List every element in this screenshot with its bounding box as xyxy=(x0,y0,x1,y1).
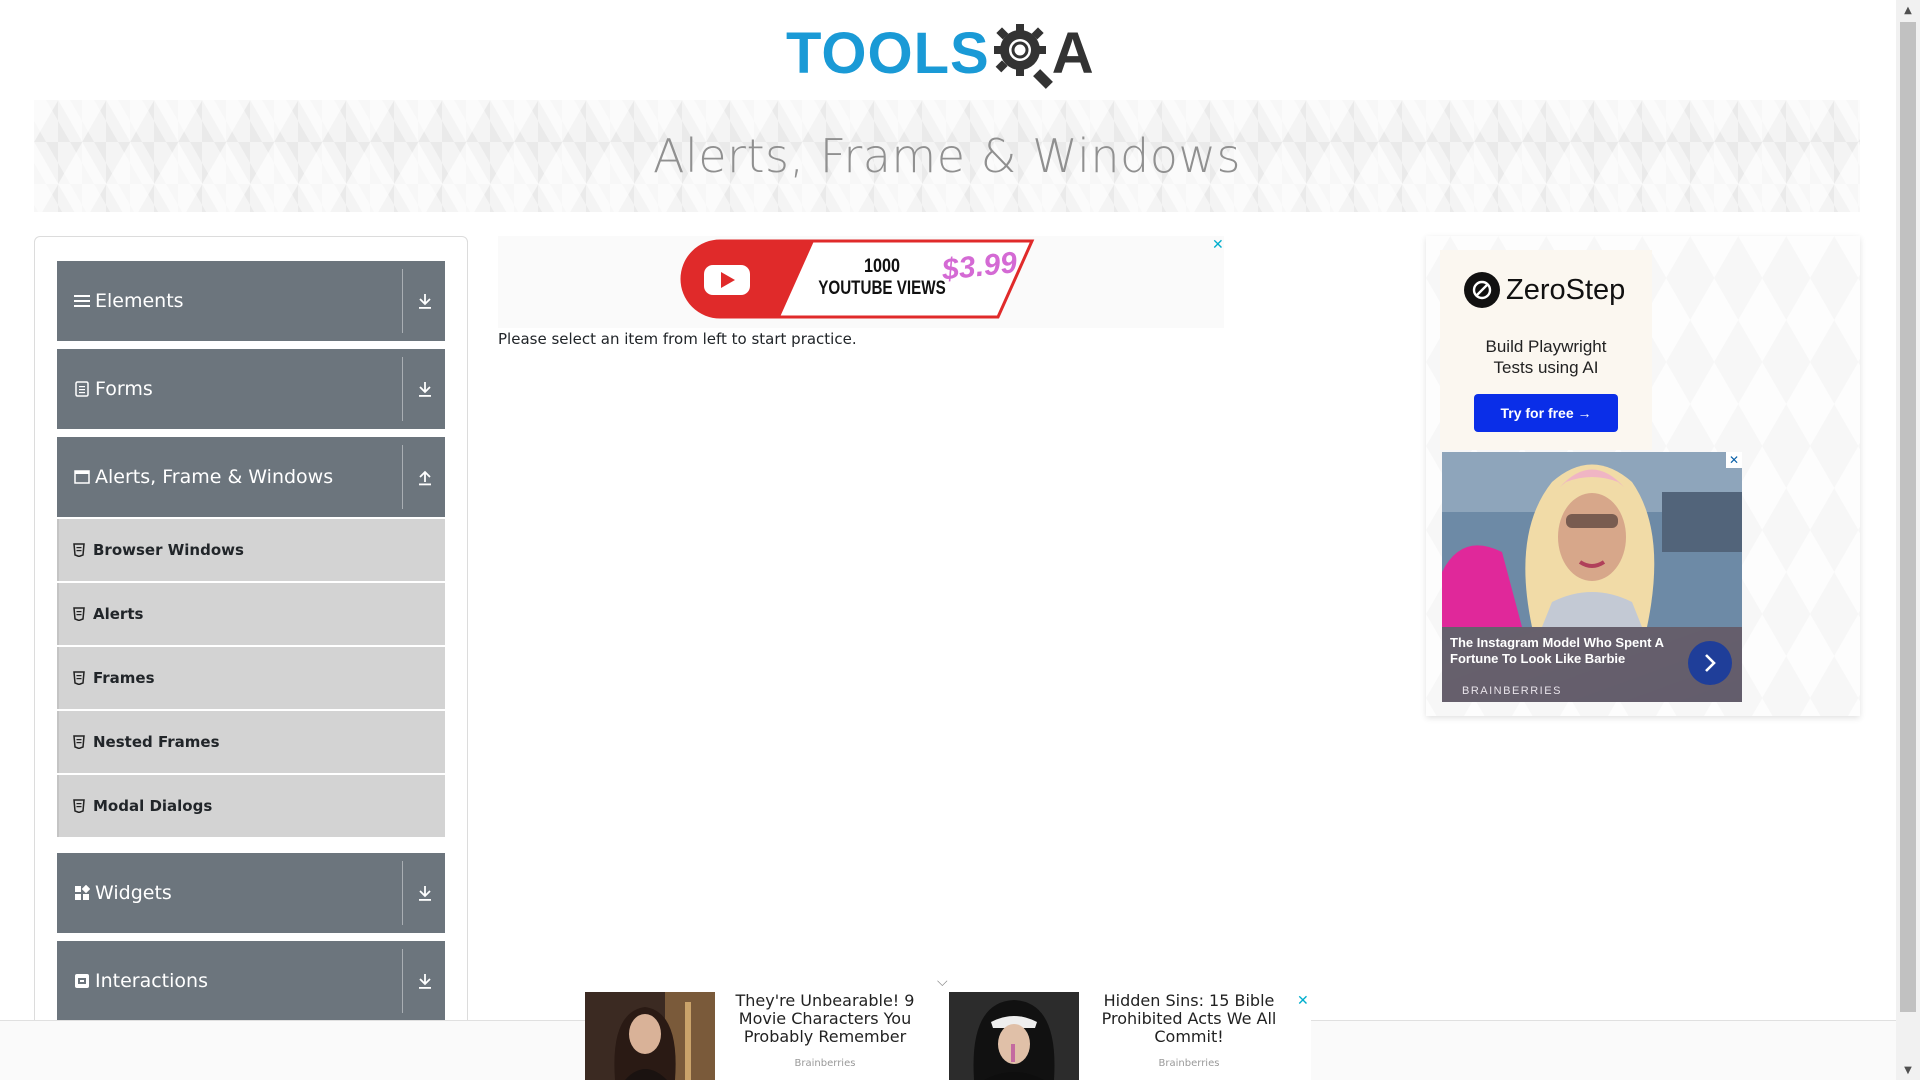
bottom-ad-item[interactable]: They're Unbearable! 9 Movie Characters Y… xyxy=(585,992,925,1080)
bottom-ads: They're Unbearable! 9 Movie Characters Y… xyxy=(585,992,1311,1080)
zerostep-ad[interactable]: ZeroStep Build Playwright Tests using AI… xyxy=(1440,250,1652,450)
html5-icon xyxy=(73,799,87,813)
html5-icon xyxy=(73,543,87,557)
top-ad-banner[interactable]: 1000 YOUTUBE VIEWS $3.99 ✕ xyxy=(498,236,1224,328)
ad-source: BRAINBERRIES xyxy=(1462,685,1562,697)
tagline-line-1: Build Playwright xyxy=(1485,337,1607,356)
group-header-alerts-frame-windows[interactable]: Alerts, Frame & Windows xyxy=(57,437,445,517)
header: TOOLS A xyxy=(0,0,1896,100)
zerostep-tagline: Build Playwright Tests using AI xyxy=(1440,336,1652,378)
ad-source: Brainberries xyxy=(1158,1058,1220,1069)
logo-text: TOOLS xyxy=(786,21,990,86)
logo-accent: A xyxy=(1051,21,1094,86)
form-icon xyxy=(73,381,91,397)
close-icon[interactable]: ✕ xyxy=(1297,994,1309,1008)
divider xyxy=(402,949,403,1013)
divider xyxy=(402,357,403,421)
interactions-icon xyxy=(73,973,91,989)
html5-icon xyxy=(73,671,87,685)
ad-headline: They're Unbearable! 9 Movie Characters Y… xyxy=(735,991,915,1046)
group-label: Interactions xyxy=(95,970,208,992)
hamburger-icon xyxy=(73,294,91,308)
html5-icon xyxy=(73,607,87,621)
group-label: Widgets xyxy=(95,882,172,904)
group-label: Alerts, Frame & Windows xyxy=(95,466,334,488)
download-arrow-icon[interactable] xyxy=(413,375,437,403)
scroll-thumb[interactable] xyxy=(1900,22,1916,1012)
group-header-interactions[interactable]: Interactions xyxy=(57,941,445,1021)
sidebar-item-nested-frames[interactable]: Nested Frames xyxy=(57,711,445,773)
ad-thumbnail xyxy=(949,992,1079,1080)
sidebar-item-label: Frames xyxy=(93,669,155,687)
ad-headline: The Instagram Model Who Spent A Fortune … xyxy=(1450,635,1664,666)
sidebar-item-browser-windows[interactable]: Browser Windows xyxy=(57,519,445,581)
try-for-free-button[interactable]: Try for free → xyxy=(1474,394,1618,432)
download-arrow-icon[interactable] xyxy=(413,879,437,907)
zerostep-brand: ZeroStep xyxy=(1464,272,1625,308)
chevron-down-icon[interactable]: ⌵ xyxy=(937,974,948,990)
group-label: Forms xyxy=(95,378,153,400)
ad-close-icon[interactable]: ✕ xyxy=(1212,238,1224,252)
scroll-down-arrow-icon[interactable]: ▼ xyxy=(1896,1060,1920,1080)
right-ad-panel: ZeroStep Build Playwright Tests using AI… xyxy=(1426,236,1860,716)
page-title: Alerts, Frame & Windows xyxy=(653,129,1241,183)
instruction-text: Please select an item from left to start… xyxy=(498,330,857,348)
sidebar-item-label: Modal Dialogs xyxy=(93,797,213,815)
zerostep-name: ZeroStep xyxy=(1506,273,1626,306)
sidebar-item-modal-dialogs[interactable]: Modal Dialogs xyxy=(57,775,445,837)
divider xyxy=(402,445,403,509)
page: TOOLS A Alerts, Frame & Windows Elements… xyxy=(0,0,1920,1080)
bottom-ad-item[interactable]: Hidden Sins: 15 Bible Prohibited Acts We… xyxy=(949,992,1289,1080)
sidebar-item-label: Nested Frames xyxy=(93,733,220,751)
ad-caption: The Instagram Model Who Spent A Fortune … xyxy=(1442,627,1742,702)
sidebar-item-label: Browser Windows xyxy=(93,541,244,559)
scroll-up-arrow-icon[interactable]: ▲ xyxy=(1896,0,1920,20)
page-banner: Alerts, Frame & Windows xyxy=(34,100,1860,212)
upload-arrow-icon[interactable] xyxy=(413,463,437,491)
vertical-scrollbar[interactable]: ▲ ▼ xyxy=(1896,0,1920,1080)
divider xyxy=(402,269,403,333)
sidebar-item-label: Alerts xyxy=(93,605,144,623)
sidebar: Elements Forms Alerts, Frame & Windows B… xyxy=(34,236,468,1080)
tagline-line-2: Tests using AI xyxy=(1493,358,1599,377)
ad-thumbnail xyxy=(585,992,715,1080)
group-label: Elements xyxy=(95,290,184,312)
toolsqa-logo[interactable]: TOOLS A xyxy=(786,16,1110,92)
ad-headline: Hidden Sins: 15 Bible Prohibited Acts We… xyxy=(1101,991,1277,1046)
ad-source: Brainberries xyxy=(794,1058,856,1069)
close-icon[interactable]: ✕ xyxy=(1726,452,1742,468)
group-header-widgets[interactable]: Widgets xyxy=(57,853,445,933)
sidebar-item-alerts[interactable]: Alerts xyxy=(57,583,445,645)
chevron-right-icon[interactable] xyxy=(1688,641,1732,685)
sidebar-item-frames[interactable]: Frames xyxy=(57,647,445,709)
gear-magnifier-icon xyxy=(993,24,1053,89)
group-header-elements[interactable]: Elements xyxy=(57,261,445,341)
brainberries-ad[interactable]: The Instagram Model Who Spent A Fortune … xyxy=(1442,452,1742,702)
ad-line-1: 1000 xyxy=(864,256,900,277)
divider xyxy=(402,861,403,925)
download-arrow-icon[interactable] xyxy=(413,967,437,995)
html5-icon xyxy=(73,735,87,749)
download-arrow-icon[interactable] xyxy=(413,287,437,315)
ad-photo xyxy=(1442,452,1742,627)
zerostep-logo-icon xyxy=(1464,272,1500,308)
group-header-forms[interactable]: Forms xyxy=(57,349,445,429)
ad-line-2: YOUTUBE VIEWS xyxy=(818,278,946,299)
widgets-icon xyxy=(73,885,91,901)
window-icon xyxy=(73,470,91,484)
